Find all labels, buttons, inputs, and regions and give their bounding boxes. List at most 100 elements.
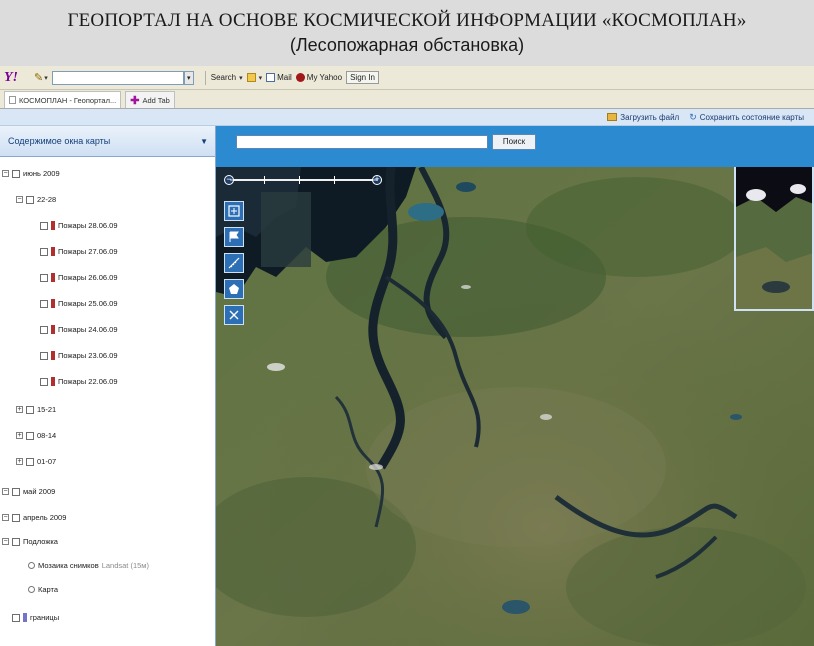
tree-label: Пожары 23.06.09 xyxy=(58,351,118,360)
toolbar-mail-button[interactable]: Mail xyxy=(266,73,292,82)
slide-title: ГЕОПОРТАЛ НА ОСНОВЕ КОСМИЧЕСКОЙ ИНФОРМАЦ… xyxy=(67,10,747,31)
measure-icon[interactable] xyxy=(224,253,244,273)
tree-node-basemap: − Подложка xyxy=(2,537,58,546)
page-icon xyxy=(9,96,16,104)
layer-checkbox[interactable] xyxy=(26,405,34,414)
save-map-state-link[interactable]: ↻ Сохранить состояние карты xyxy=(689,112,804,123)
tree-layer: Пожары 26.06.09 xyxy=(40,273,118,282)
map-search-bar: Поиск xyxy=(216,126,814,167)
expand-icon[interactable]: + xyxy=(16,458,23,465)
chevron-down-icon[interactable]: ▾ xyxy=(44,74,48,82)
overview-map[interactable] xyxy=(734,167,814,311)
tree-node-borders: границы xyxy=(12,613,59,622)
zoom-slider[interactable]: − + xyxy=(224,175,382,185)
layer-checkbox[interactable] xyxy=(12,513,20,522)
overview-imagery xyxy=(736,167,812,309)
layer-checkbox[interactable] xyxy=(12,613,20,622)
chevron-down-icon[interactable]: ▾ xyxy=(259,74,263,82)
layers-panel-header[interactable]: Содержимое окна карты ▼ xyxy=(0,126,215,157)
map-view[interactable]: − + xyxy=(216,167,814,646)
layer-checkbox[interactable] xyxy=(12,537,20,546)
layer-checkbox[interactable] xyxy=(26,431,34,440)
my-yahoo-icon xyxy=(295,73,305,82)
tree-label: Подложка xyxy=(23,537,58,546)
layer-checkbox[interactable] xyxy=(26,457,34,466)
expand-icon[interactable]: + xyxy=(16,432,23,439)
basemap-radio[interactable] xyxy=(28,586,35,593)
zoom-extent-icon[interactable] xyxy=(224,201,244,221)
tree-layer: Пожары 24.06.09 xyxy=(40,325,118,334)
tree-layer: Пожары 22.06.09 xyxy=(40,377,118,386)
chevron-down-icon[interactable]: ▼ xyxy=(200,137,208,146)
toolbar-separator xyxy=(204,70,206,85)
collapse-icon[interactable]: − xyxy=(2,538,9,545)
tree-node-april-2009: − апрель 2009 xyxy=(2,513,66,522)
layer-checkbox[interactable] xyxy=(12,169,20,178)
yahoo-logo-icon[interactable]: Y! xyxy=(4,70,26,86)
toolbar-myyahoo-label: My Yahoo xyxy=(306,73,343,82)
fire-layer-swatch xyxy=(51,273,55,282)
flag-icon[interactable] xyxy=(224,227,244,247)
zoom-in-icon[interactable]: + xyxy=(372,175,382,185)
collapse-icon[interactable]: − xyxy=(2,514,9,521)
toolbar-search-dropdown[interactable]: ▾ xyxy=(183,70,194,85)
tree-label: 01-07 xyxy=(37,457,57,466)
layer-checkbox[interactable] xyxy=(40,351,48,360)
layer-checkbox[interactable] xyxy=(40,221,48,230)
upload-file-link[interactable]: Загрузить файл xyxy=(607,113,679,122)
layers-panel: Содержимое окна карты ▼ − июнь 2009 − 22… xyxy=(0,126,216,646)
tab-label: КОСМОПЛАН - Геопортал... xyxy=(19,95,117,105)
zoom-tick xyxy=(299,176,300,184)
toolbar-myyahoo-button[interactable]: My Yahoo xyxy=(295,73,343,82)
tab-kosmoplan[interactable]: КОСМОПЛАН - Геопортал... xyxy=(4,91,122,108)
tree-node-22-28: − 22-28 xyxy=(16,195,56,204)
zoom-track[interactable] xyxy=(230,179,378,181)
tree-label: Пожары 27.06.09 xyxy=(58,247,118,256)
layer-checkbox[interactable] xyxy=(40,247,48,256)
toolbar-search-label: Search xyxy=(210,73,237,82)
basemap-option-map: Карта xyxy=(28,585,58,594)
collapse-icon[interactable]: − xyxy=(2,170,9,177)
tree-label: 08-14 xyxy=(37,431,57,440)
chevron-down-icon[interactable]: ▾ xyxy=(239,74,243,82)
tree-label: Пожары 26.06.09 xyxy=(58,273,118,282)
expand-icon[interactable]: + xyxy=(16,406,23,413)
clear-icon[interactable] xyxy=(224,305,244,325)
tree-label: Пожары 25.06.09 xyxy=(58,299,118,308)
collapse-icon[interactable]: − xyxy=(2,488,9,495)
layer-checkbox[interactable] xyxy=(40,377,48,386)
fire-layer-swatch xyxy=(51,221,55,230)
slide-subtitle: (Лесопожарная обстановка) xyxy=(289,35,525,55)
tab-add[interactable]: ✚ Add Tab xyxy=(125,91,175,108)
mail-icon xyxy=(266,73,276,82)
tree-label: июнь 2009 xyxy=(23,169,60,178)
map-tools xyxy=(224,201,244,331)
slide-title-area: ГЕОПОРТАЛ НА ОСНОВЕ КОСМИЧЕСКОЙ ИНФОРМАЦ… xyxy=(0,0,814,66)
tree-layer: Пожары 23.06.09 xyxy=(40,351,118,360)
layer-checkbox[interactable] xyxy=(26,195,34,204)
toolbar-search-input[interactable] xyxy=(51,70,184,85)
polygon-icon[interactable] xyxy=(224,279,244,299)
map-search-button[interactable]: Поиск xyxy=(492,134,536,150)
tree-label: границы xyxy=(30,613,60,622)
fire-layer-swatch xyxy=(51,247,55,256)
pencil-icon[interactable]: ✎ xyxy=(34,71,43,84)
layer-checkbox[interactable] xyxy=(12,487,20,496)
toolbar-signin-button[interactable]: Sign In xyxy=(346,71,379,84)
tree-node-01-07: + 01-07 xyxy=(16,457,56,466)
layer-checkbox[interactable] xyxy=(40,325,48,334)
layer-checkbox[interactable] xyxy=(40,273,48,282)
plus-icon: ✚ xyxy=(130,94,140,107)
save-map-state-label: Сохранить состояние карты xyxy=(699,112,804,122)
folder-icon xyxy=(607,113,618,121)
map-search-input[interactable] xyxy=(236,135,488,149)
zoom-out-icon[interactable]: − xyxy=(224,175,234,185)
layer-checkbox[interactable] xyxy=(40,299,48,308)
fire-layer-swatch xyxy=(51,325,55,334)
basemap-radio[interactable] xyxy=(28,562,35,569)
tree-node-june-2009: − июнь 2009 xyxy=(2,169,60,178)
collapse-icon[interactable]: − xyxy=(16,196,23,203)
toolbar-search-button[interactable]: Search ▾ xyxy=(202,70,243,85)
tree-label: Пожары 24.06.09 xyxy=(58,325,118,334)
toolbar-highlight-button[interactable]: ▾ xyxy=(246,73,263,82)
